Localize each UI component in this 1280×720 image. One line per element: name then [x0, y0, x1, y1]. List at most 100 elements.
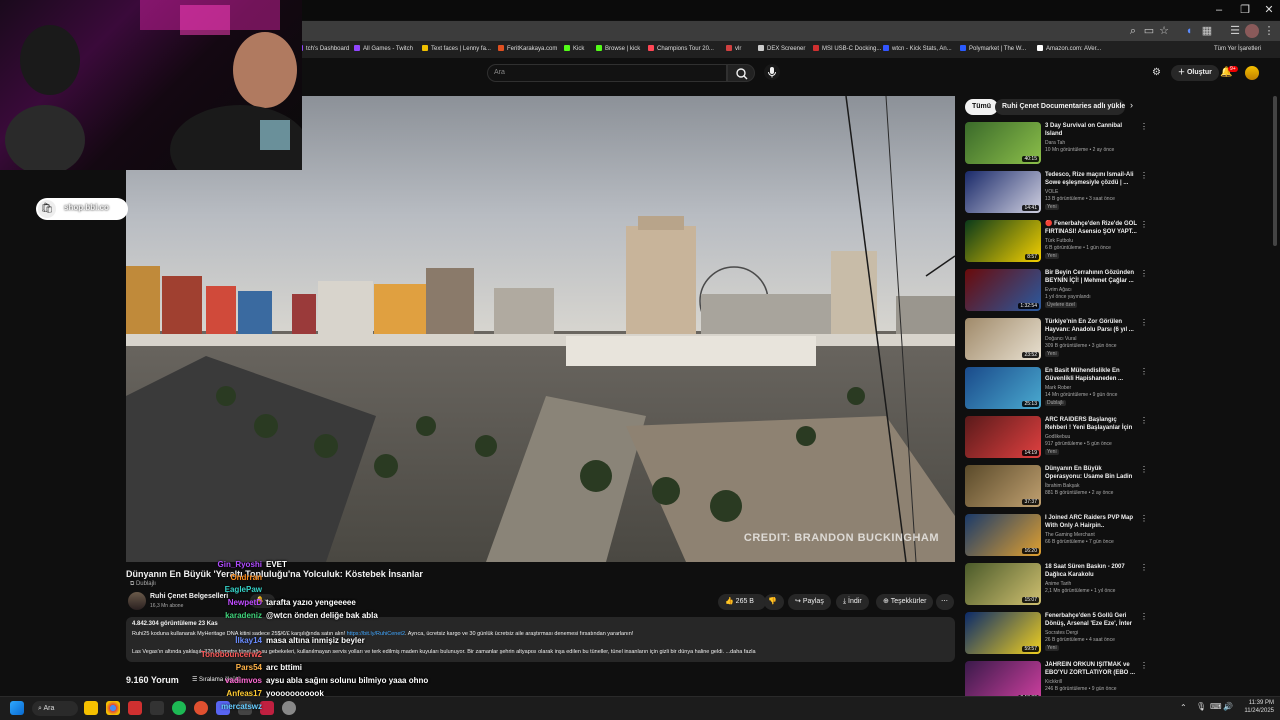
video-channel[interactable]: Dara Tah — [1045, 140, 1065, 146]
video-title[interactable]: JAHREIN ORKUN IŞITMAK ve EBO'YU ZORTLATI… — [1045, 661, 1137, 677]
channel-avatar[interactable] — [128, 592, 146, 610]
video-title[interactable]: Tedesco, Rize maçını İsmail-Ali Sowe eşl… — [1045, 171, 1137, 187]
bookmark-item[interactable]: vlr — [726, 44, 741, 55]
suggested-video[interactable]: 14:19 ARC RAIDERS Başlangıç Rehberi ! Yen… — [965, 416, 1155, 460]
extensions-puzzle-icon[interactable]: ▦ — [1200, 24, 1214, 38]
video-channel[interactable]: Socrates Dergi — [1045, 630, 1078, 636]
bookmark-item[interactable]: Browse | kick — [596, 44, 640, 55]
suggested-video[interactable]: 8:57 🔴 Fenerbahçe'den Rize'de GOL FIRTINA… — [965, 220, 1155, 264]
file-explorer-icon[interactable] — [84, 701, 98, 715]
like-button[interactable]: 👍 265 B — [718, 594, 766, 610]
video-channel[interactable]: Türk Futbolu — [1045, 238, 1073, 244]
bookmark-item[interactable]: Kick — [564, 44, 584, 55]
app-icon[interactable] — [128, 701, 142, 715]
video-thumbnail[interactable]: 8:57 — [965, 220, 1041, 262]
bookmark-item[interactable]: Champions Tour 20... — [648, 44, 714, 55]
bookmark-item[interactable]: Text faces | Lenny fa... — [422, 44, 491, 55]
video-title[interactable]: 18 Saat Süren Baskın - 2007 Dağlıca Kara… — [1045, 563, 1137, 579]
video-thumbnail[interactable]: 16:20 — [965, 514, 1041, 556]
more-options-icon[interactable]: ⋮ — [1140, 416, 1148, 425]
suggested-video[interactable]: 59:57 Fenerbahçe'den 5 Gollü Geri Dönüş, … — [965, 612, 1155, 656]
search-button[interactable] — [727, 64, 755, 82]
more-options-icon[interactable]: ⋮ — [1140, 220, 1148, 229]
windows-start-icon[interactable] — [10, 701, 24, 715]
browser-app-icon[interactable] — [194, 701, 208, 715]
bookmark-item[interactable]: DEX Screener — [758, 44, 805, 55]
video-title[interactable]: Bir Beyin Cerrahının Gözünden BEYNİN İÇİ… — [1045, 269, 1137, 285]
video-thumbnail[interactable]: 59:57 — [965, 612, 1041, 654]
more-options-icon[interactable]: ⋮ — [1140, 122, 1148, 131]
video-title[interactable]: ARC RAIDERS Başlangıç Rehberi ! Yeni Baş… — [1045, 416, 1137, 432]
more-options-icon[interactable]: ⋮ — [1140, 269, 1148, 278]
video-thumbnail[interactable]: 15:07 — [965, 563, 1041, 605]
close-window-button[interactable]: ✕ — [1258, 2, 1280, 18]
video-channel[interactable]: Kickkrill — [1045, 679, 1062, 685]
studio-icon[interactable]: ⚙ — [1152, 67, 1164, 79]
more-options-icon[interactable]: ⋮ — [1140, 465, 1148, 474]
extension-icon[interactable]: ◖ — [1182, 24, 1196, 38]
video-thumbnail[interactable]: 23:52 — [965, 318, 1041, 360]
more-options-icon[interactable]: ⋮ — [1140, 612, 1148, 621]
video-channel[interactable]: Evrim Ağacı — [1045, 287, 1072, 293]
more-options-icon[interactable]: ⋮ — [1140, 661, 1148, 670]
channel-name[interactable]: Ruhi Çenet Belgeselleri — [150, 593, 228, 600]
suggested-video[interactable]: 23:52 Türkiye'nin En Zor Görülen Hayvanı:… — [965, 318, 1155, 362]
zoom-icon[interactable]: ⌕ — [1126, 24, 1140, 38]
cast-icon[interactable]: ▭ — [1142, 24, 1156, 38]
tray-chevron-icon[interactable]: ⌃ — [1180, 703, 1187, 712]
maximize-button[interactable]: ❐ — [1234, 2, 1256, 18]
video-channel[interactable]: Doğancı Vural — [1045, 336, 1077, 342]
taskbar-search[interactable]: ⌕ Ara — [32, 701, 78, 716]
suggested-video[interactable]: 1:32:54 Bir Beyin Cerrahının Gözünden BEY… — [965, 269, 1155, 313]
video-channel[interactable]: Mark Rober — [1045, 385, 1071, 391]
browser-menu-icon[interactable]: ⋮ — [1262, 24, 1276, 38]
bookmark-item[interactable]: tch's Dashboard — [297, 44, 349, 55]
thanks-button[interactable]: ⊕ Teşekkürler — [876, 594, 934, 610]
video-channel[interactable]: The Gaming Merchant — [1045, 532, 1095, 538]
chrome-icon[interactable] — [106, 701, 120, 715]
voice-search-button[interactable] — [764, 64, 780, 80]
bookmark-star-icon[interactable]: ☆ — [1157, 24, 1171, 38]
download-button[interactable]: ⤓ İndir — [836, 594, 869, 610]
all-bookmarks-button[interactable]: Tüm Yer İşaretleri — [1214, 44, 1261, 55]
address-bar-row[interactable]: ⌕ ▭ ☆ ◖ ▦ ☰ ⋮ — [300, 21, 1280, 41]
dislike-button[interactable]: 👎 — [764, 594, 784, 610]
xbox-icon[interactable] — [150, 701, 164, 715]
profile-avatar[interactable] — [1245, 24, 1259, 38]
suggested-video[interactable]: 15:07 18 Saat Süren Baskın - 2007 Dağlıca… — [965, 563, 1155, 607]
video-thumbnail[interactable]: 14:41 — [965, 171, 1041, 213]
chevron-right-icon[interactable]: › — [1130, 100, 1133, 110]
network-icon[interactable]: ⌨ — [1210, 702, 1222, 711]
create-button[interactable]: ＋ Oluştur — [1171, 65, 1219, 81]
tray-mic-icon[interactable]: 🎙 — [1196, 702, 1206, 711]
shop-link[interactable]: shop.bbl.co — [64, 203, 109, 212]
bookmark-item[interactable]: Amazon.com: AVer... — [1037, 44, 1101, 55]
more-options-icon[interactable]: ⋮ — [1140, 514, 1148, 523]
search-input[interactable]: Ara — [487, 64, 727, 82]
more-options-icon[interactable]: ⋮ — [1140, 171, 1148, 180]
obs-icon[interactable] — [282, 701, 296, 715]
suggested-video[interactable]: 40:15 3 Day Survival on Cannibal Island Da… — [965, 122, 1155, 166]
suggested-video[interactable]: 16:20 I Joined ARC Raiders PVP Map With O… — [965, 514, 1155, 558]
system-clock[interactable]: 11:39 PM 11/24/2025 — [1240, 699, 1274, 715]
video-title[interactable]: En Basit Mühendislikle En Güvenlikli Hap… — [1045, 367, 1137, 383]
suggested-video[interactable]: 37:37 Dünyanın En Büyük Operasyonu: Usame… — [965, 465, 1155, 509]
video-thumbnail[interactable]: 14:19 — [965, 416, 1041, 458]
share-button[interactable]: ↪ Paylaş — [788, 594, 831, 610]
bookmark-item[interactable]: MSI USB-C Docking... — [813, 44, 881, 55]
more-actions-button[interactable]: ⋯ — [936, 594, 954, 610]
video-title[interactable]: 🔴 Fenerbahçe'den Rize'de GOL FIRTINASI! … — [1045, 220, 1137, 236]
bookmark-item[interactable]: Polymarket | The W... — [960, 44, 1026, 55]
bookmark-item[interactable]: All Games - Twitch — [354, 44, 413, 55]
video-channel[interactable]: Godlikebuu — [1045, 434, 1070, 440]
suggested-video[interactable]: 25:13 En Basit Mühendislikle En Güvenlikl… — [965, 367, 1155, 411]
chip-uploader[interactable]: Ruhi Çenet Documentaries adlı yükleyicid… — [995, 99, 1125, 115]
video-thumbnail[interactable]: 1:32:54 — [965, 269, 1041, 311]
more-options-icon[interactable]: ⋮ — [1140, 367, 1148, 376]
bookmark-item[interactable]: FeritKarakaya.com — [498, 44, 557, 55]
bookmark-item[interactable]: wtcn - Kick Stats, An... — [883, 44, 952, 55]
video-title[interactable]: Türkiye'nin En Zor Görülen Hayvanı: Anad… — [1045, 318, 1137, 334]
video-title[interactable]: Dünyanın En Büyük Operasyonu: Usame Bin … — [1045, 465, 1137, 481]
video-channel[interactable]: VOLE — [1045, 189, 1058, 195]
video-thumbnail[interactable]: 25:13 — [965, 367, 1041, 409]
